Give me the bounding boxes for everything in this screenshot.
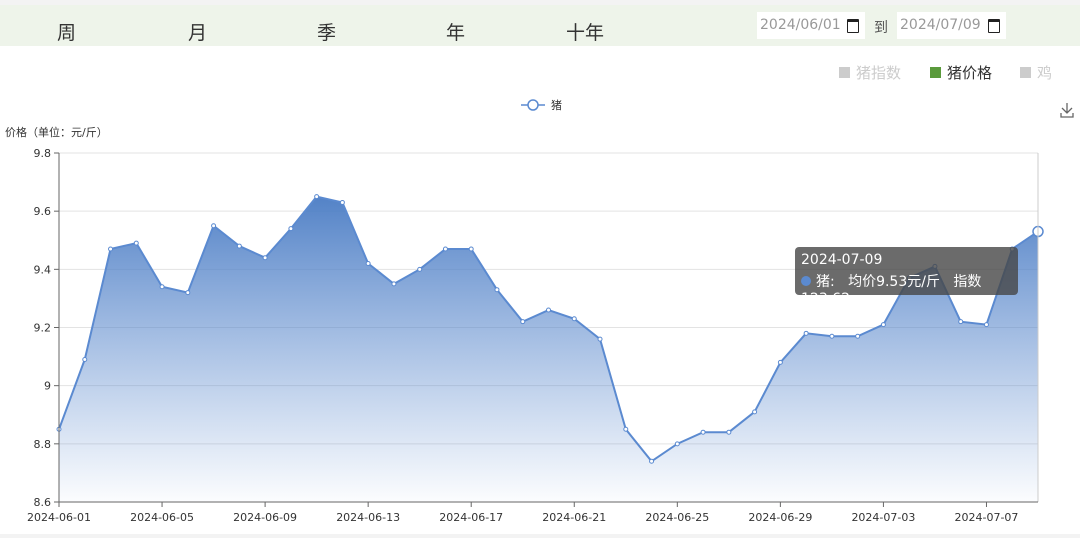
data-point [880,322,886,328]
legend-marker [527,99,539,111]
data-point [133,240,139,246]
data-point [468,246,474,252]
data-point [623,426,629,432]
data-point [391,281,397,287]
x-tick-label: 2024-06-01 [27,511,91,524]
download-icon[interactable] [1060,103,1074,118]
data-point [82,356,88,362]
data-point [365,261,371,267]
y-tick-label: 9.8 [34,147,52,160]
data-point [185,290,191,296]
x-tick-label: 2024-07-03 [851,511,915,524]
y-axis-label: 价格（单位：元/斤） [5,125,108,139]
x-tick-label: 2024-06-13 [336,511,400,524]
y-tick-label: 9.2 [34,322,52,335]
y-tick-label: 9.4 [34,263,52,276]
x-tick-label: 2024-06-09 [233,511,297,524]
data-point [494,287,500,293]
data-point [958,319,964,325]
data-point [339,199,345,205]
tooltip-price: 均价9.53元/斤 [848,274,940,290]
data-point [829,333,835,339]
data-point [726,429,732,435]
data-point [571,316,577,322]
tooltip: 2024-07-09 猪: 均价9.53元/斤 指数123.62 [795,247,1018,307]
x-tick-label: 2024-06-29 [748,511,812,524]
data-point [288,226,294,232]
area-fill [59,196,1038,502]
data-point [649,458,655,464]
data-point [442,246,448,252]
data-point [262,255,268,261]
data-point [520,319,526,325]
data-point [983,322,989,328]
data-point [674,441,680,447]
data-point [597,336,603,342]
data-point [236,243,242,249]
y-tick-label: 9.6 [34,205,52,218]
tooltip-date: 2024-07-09 [801,252,883,268]
data-point [159,284,165,290]
x-tick-label: 2024-06-25 [645,511,709,524]
x-tick-label: 2024-07-07 [955,511,1019,524]
data-point [777,359,783,365]
y-tick-label: 9 [44,380,51,393]
chart-legend[interactable]: 猪 [521,99,562,112]
data-point [855,333,861,339]
data-point [314,194,320,200]
y-tick-label: 8.6 [34,496,52,509]
y-tick-label: 8.8 [34,438,52,451]
x-tick-label: 2024-06-21 [542,511,606,524]
x-tick-label: 2024-06-17 [439,511,503,524]
legend-label: 猪 [551,99,562,112]
series-dot-icon [801,276,811,286]
tooltip-series: 猪: [816,274,835,290]
x-tick-label: 2024-06-05 [130,511,194,524]
data-point [417,266,423,272]
data-point [108,246,114,252]
data-point [752,409,758,415]
data-point [546,307,551,313]
data-point [700,429,706,435]
data-point [211,223,217,229]
data-point [803,330,809,336]
